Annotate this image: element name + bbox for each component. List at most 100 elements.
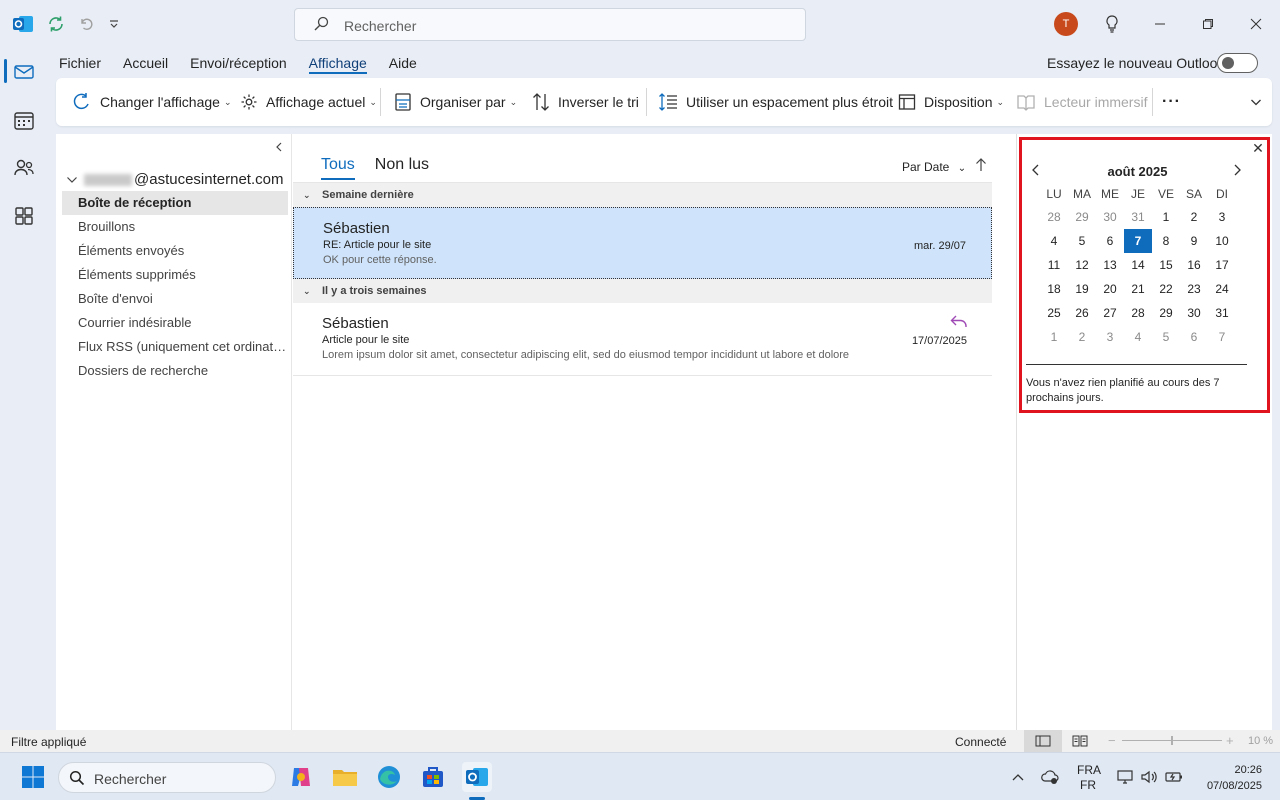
folder-rss[interactable]: Flux RSS (uniquement cet ordinate... — [62, 335, 288, 359]
current-view-button[interactable]: Affichage actuel ⌄ — [240, 78, 377, 126]
edge-icon[interactable] — [374, 762, 404, 792]
tab-affichage[interactable]: Affichage — [298, 48, 378, 78]
zoom-slider-thumb[interactable] — [1171, 736, 1173, 745]
system-clock[interactable]: 20:26 07/08/2025 — [1198, 762, 1262, 794]
account-header[interactable]: @astucesinternet.com — [66, 171, 283, 188]
calendar-day[interactable]: 1 — [1152, 205, 1180, 229]
message-item[interactable]: Sébastien RE: Article pour le site OK po… — [293, 207, 992, 279]
filter-unread-tab[interactable]: Non lus — [375, 156, 429, 180]
calendar-day[interactable]: 28 — [1040, 205, 1068, 229]
zoom-out-icon[interactable]: − — [1108, 733, 1116, 748]
folder-junk[interactable]: Courrier indésirable — [62, 311, 288, 335]
minimize-icon[interactable] — [1148, 12, 1172, 36]
calendar-day[interactable]: 24 — [1208, 277, 1236, 301]
calendar-day[interactable]: 30 — [1180, 301, 1208, 325]
customize-toolbar-icon[interactable] — [102, 12, 126, 36]
zoom-in-icon[interactable]: + — [1226, 733, 1234, 748]
calendar-day[interactable]: 8 — [1152, 229, 1180, 253]
reading-view-icon[interactable] — [1072, 733, 1088, 749]
calendar-day[interactable]: 4 — [1040, 229, 1068, 253]
calendar-day[interactable]: 1 — [1040, 325, 1068, 349]
calendar-day[interactable]: 27 — [1096, 301, 1124, 325]
folder-sent[interactable]: Éléments envoyés — [62, 239, 288, 263]
calendar-day[interactable]: 5 — [1152, 325, 1180, 349]
sort-direction-icon[interactable] — [975, 158, 987, 175]
copilot-icon[interactable] — [286, 762, 316, 792]
calendar-day[interactable]: 26 — [1068, 301, 1096, 325]
calendar-day[interactable]: 12 — [1068, 253, 1096, 277]
calendar-day[interactable]: 5 — [1068, 229, 1096, 253]
calendar-day[interactable]: 31 — [1124, 205, 1152, 229]
calendar-day[interactable]: 3 — [1208, 205, 1236, 229]
immersive-reader-button[interactable]: Lecteur immersif — [1016, 78, 1147, 126]
calendar-day[interactable]: 13 — [1096, 253, 1124, 277]
calendar-day[interactable]: 19 — [1068, 277, 1096, 301]
folder-drafts[interactable]: Brouillons — [62, 215, 288, 239]
apps-icon[interactable] — [12, 204, 36, 228]
narrow-spacing-button[interactable]: Utiliser un espacement plus étroit — [658, 78, 893, 126]
calendar-day[interactable]: 9 — [1180, 229, 1208, 253]
calendar-day[interactable]: 29 — [1068, 205, 1096, 229]
calendar-icon[interactable] — [12, 108, 36, 132]
tab-aide[interactable]: Aide — [378, 48, 428, 78]
change-view-button[interactable]: Changer l'affichage ⌄ — [72, 78, 232, 126]
chevron-up-icon[interactable] — [1011, 771, 1025, 783]
collapse-pane-icon[interactable] — [274, 142, 286, 154]
lightbulb-icon[interactable] — [1100, 12, 1124, 36]
group-header[interactable]: ⌄ Semaine dernière — [293, 183, 992, 207]
outlook-taskbar-icon[interactable] — [462, 762, 492, 792]
calendar-day[interactable]: 6 — [1180, 325, 1208, 349]
calendar-day[interactable]: 6 — [1096, 229, 1124, 253]
onedrive-icon[interactable] — [1040, 767, 1060, 787]
folder-outbox[interactable]: Boîte d'envoi — [62, 287, 288, 311]
next-month-icon[interactable] — [1232, 163, 1246, 179]
folder-inbox[interactable]: Boîte de réception — [62, 191, 288, 215]
folder-search[interactable]: Dossiers de recherche — [62, 359, 288, 383]
calendar-day[interactable]: 4 — [1124, 325, 1152, 349]
user-avatar[interactable]: T — [1054, 12, 1078, 36]
calendar-day[interactable]: 2 — [1068, 325, 1096, 349]
maximize-icon[interactable] — [1196, 12, 1220, 36]
calendar-day-today[interactable]: 7 — [1124, 229, 1152, 253]
filter-all-tab[interactable]: Tous — [321, 156, 355, 180]
more-options-button[interactable]: ··· — [1162, 78, 1181, 126]
calendar-day[interactable]: 20 — [1096, 277, 1124, 301]
calendar-day[interactable]: 11 — [1040, 253, 1068, 277]
calendar-day[interactable]: 23 — [1180, 277, 1208, 301]
calendar-day[interactable]: 22 — [1152, 277, 1180, 301]
arrange-by-button[interactable]: Organiser par ⌄ — [394, 78, 517, 126]
store-icon[interactable] — [418, 762, 448, 792]
tab-accueil[interactable]: Accueil — [112, 48, 179, 78]
calendar-day[interactable]: 30 — [1096, 205, 1124, 229]
calendar-day[interactable]: 18 — [1040, 277, 1068, 301]
search-input[interactable]: Rechercher — [294, 8, 806, 41]
calendar-day[interactable]: 17 — [1208, 253, 1236, 277]
windows-start-icon[interactable] — [18, 762, 48, 792]
calendar-day[interactable]: 2 — [1180, 205, 1208, 229]
calendar-day[interactable]: 28 — [1124, 301, 1152, 325]
calendar-day[interactable]: 31 — [1208, 301, 1236, 325]
calendar-day[interactable]: 15 — [1152, 253, 1180, 277]
normal-view-button[interactable] — [1024, 730, 1062, 752]
mail-icon[interactable] — [12, 60, 36, 84]
calendar-day[interactable]: 10 — [1208, 229, 1236, 253]
sort-by-button[interactable]: Par Date ⌄ — [902, 160, 966, 174]
new-outlook-toggle[interactable] — [1217, 53, 1258, 73]
sync-icon[interactable] — [44, 12, 68, 36]
calendar-day[interactable]: 7 — [1208, 325, 1236, 349]
tab-fichier[interactable]: Fichier — [48, 48, 112, 78]
network-icon[interactable] — [1116, 768, 1134, 786]
tab-envoi-reception[interactable]: Envoi/réception — [179, 48, 298, 78]
close-icon[interactable]: ✕ — [1251, 141, 1265, 155]
layout-button[interactable]: Disposition ⌄ — [898, 78, 1004, 126]
calendar-day[interactable]: 21 — [1124, 277, 1152, 301]
group-header[interactable]: ⌄ Il y a trois semaines — [293, 279, 992, 303]
battery-icon[interactable] — [1164, 768, 1184, 786]
file-explorer-icon[interactable] — [330, 762, 360, 792]
close-window-icon[interactable] — [1244, 12, 1268, 36]
calendar-day[interactable]: 25 — [1040, 301, 1068, 325]
calendar-day[interactable]: 29 — [1152, 301, 1180, 325]
undo-icon[interactable] — [74, 12, 98, 36]
language-indicator[interactable]: FRA FR — [1077, 763, 1101, 793]
message-item[interactable]: Sébastien Article pour le site Lorem ips… — [293, 303, 992, 375]
